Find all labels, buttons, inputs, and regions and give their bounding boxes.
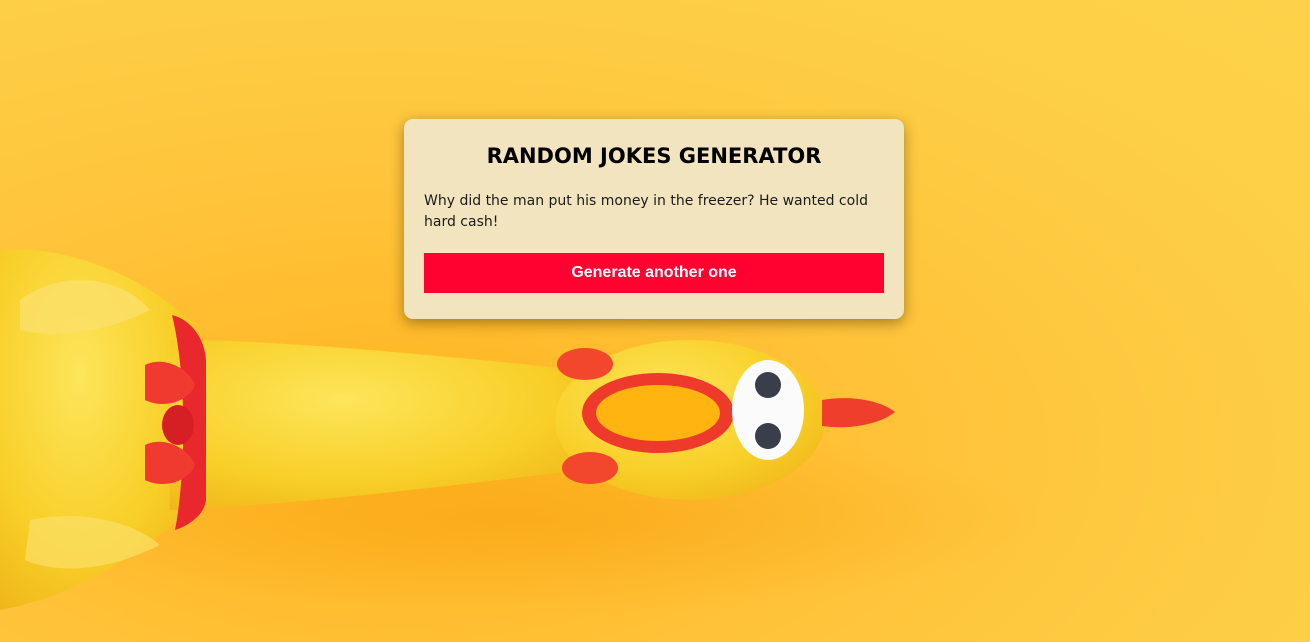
rubber-chicken-background-image [0,249,1040,615]
generate-another-button[interactable]: Generate another one [424,253,884,293]
joke-text: Why did the man put his money in the fre… [424,193,868,230]
joke-card: RANDOM JOKES GENERATOR Why did the man p… [404,119,904,319]
page-title: RANDOM JOKES GENERATOR [486,144,822,168]
